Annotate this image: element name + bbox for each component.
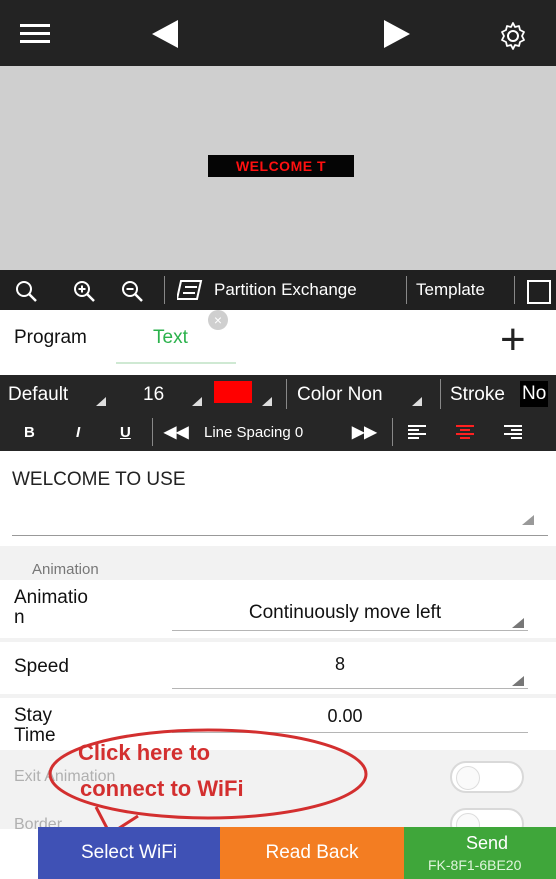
bottom-action-bar: Select WiFi Read Back Send FK-8F1-6BE20 <box>0 827 556 879</box>
device-id-label: FK-8F1-6BE20 <box>428 857 522 873</box>
resize-handle-icon <box>522 515 534 525</box>
add-icon[interactable]: + <box>500 310 526 370</box>
speed-select[interactable]: 8 <box>290 654 390 675</box>
stroke-label: Stroke <box>450 384 505 405</box>
dropdown-icon <box>512 676 524 686</box>
close-tab-icon[interactable]: × <box>208 310 228 330</box>
edit-toolbar: Partition Exchange Template <box>0 270 556 310</box>
zoom-out-icon[interactable] <box>120 279 144 303</box>
italic-button[interactable]: I <box>76 424 80 441</box>
search-icon[interactable] <box>14 279 38 303</box>
speed-row <box>0 642 556 694</box>
animation-select[interactable]: Continuously move left <box>200 602 490 624</box>
stroke-select[interactable]: No <box>520 381 549 407</box>
animation-label: Animatio n <box>14 587 88 628</box>
select-wifi-label: Select WiFi <box>80 842 178 863</box>
decrease-spacing-icon[interactable]: ◀◀ <box>164 422 189 442</box>
dropdown-icon <box>512 618 524 628</box>
font-size-select[interactable]: 16 <box>143 384 164 406</box>
tab-program[interactable]: Program <box>14 327 87 349</box>
dropdown-icon <box>412 397 422 406</box>
next-arrow-icon[interactable] <box>384 20 410 48</box>
font-format-bar: Default 16 Color Non Stroke No <box>0 375 556 413</box>
select-wifi-button[interactable]: Select WiFi <box>38 827 220 879</box>
dropdown-icon <box>262 397 272 406</box>
callout-text-line2: connect to WiFi <box>80 776 244 801</box>
zoom-in-icon[interactable] <box>72 279 96 303</box>
send-label: Send <box>466 833 509 853</box>
underline-button[interactable]: U <box>120 424 131 441</box>
font-select[interactable]: Default <box>8 384 68 406</box>
exit-animation-toggle[interactable] <box>450 761 524 793</box>
template-button[interactable]: Template <box>416 280 485 300</box>
read-back-button[interactable]: Read Back <box>220 827 404 879</box>
partition-exchange-button[interactable]: Partition Exchange <box>214 280 357 300</box>
dropdown-icon <box>96 397 106 406</box>
increase-spacing-icon[interactable]: ▶▶ <box>352 422 377 442</box>
text-style-bar: B I U ◀◀ Line Spacing 0 ▶▶ <box>0 413 556 451</box>
align-center-icon[interactable] <box>456 425 474 439</box>
speed-label: Speed <box>14 656 69 677</box>
top-bar <box>0 0 556 66</box>
text-content-input[interactable]: WELCOME TO USE <box>12 469 186 491</box>
callout-text-line1: Click here to <box>78 740 211 765</box>
text-content-area: WELCOME TO USE <box>0 451 556 546</box>
read-back-label: Read Back <box>265 842 359 863</box>
menu-icon[interactable] <box>20 24 50 44</box>
gear-icon[interactable] <box>497 20 529 52</box>
bold-button[interactable]: B <box>24 424 35 441</box>
partition-exchange-icon[interactable] <box>177 279 205 301</box>
align-left-icon[interactable] <box>408 425 426 439</box>
tab-text[interactable]: Text <box>153 327 188 349</box>
section-header-animation: Animation <box>32 561 99 578</box>
led-preview-text: WELCOME T <box>208 155 354 177</box>
send-button[interactable]: Send FK-8F1-6BE20 <box>404 827 556 879</box>
text-color-swatch[interactable] <box>214 381 252 403</box>
line-spacing-label: Line Spacing 0 <box>204 424 304 441</box>
select-checkbox[interactable] <box>527 280 551 304</box>
program-tabs: Program Text × + <box>0 310 556 375</box>
tab-text-underline <box>116 362 236 364</box>
align-right-icon[interactable] <box>504 425 522 439</box>
previous-arrow-icon[interactable] <box>152 20 178 48</box>
dropdown-icon <box>192 397 202 406</box>
background-color-select[interactable]: Color Non <box>297 384 383 406</box>
